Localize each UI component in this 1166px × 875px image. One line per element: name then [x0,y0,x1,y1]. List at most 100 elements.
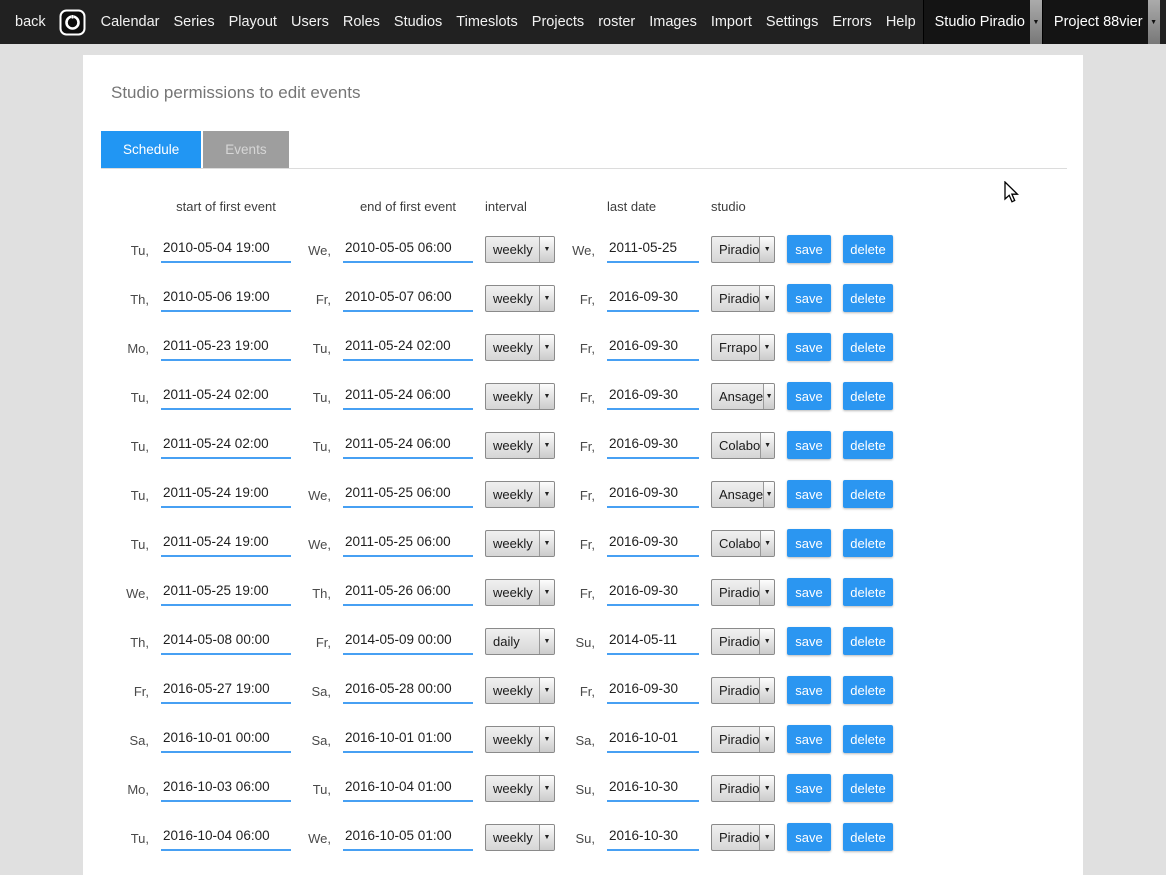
start-input[interactable] [161,681,291,704]
delete-button[interactable]: delete [843,774,893,802]
tab-schedule[interactable]: Schedule [101,131,201,168]
delete-button[interactable]: delete [843,333,893,361]
studio-select[interactable]: Colabo ▼ [711,530,775,557]
studio-select[interactable]: Piradio ▼ [711,236,775,263]
nav-item-studios[interactable]: Studios [387,14,449,30]
last-date-input[interactable] [607,730,699,753]
start-input[interactable] [161,828,291,851]
interval-select[interactable]: weekly ▼ [485,285,555,312]
studio-select[interactable]: Piradio ▼ [711,824,775,851]
delete-button[interactable]: delete [843,235,893,263]
delete-button[interactable]: delete [843,529,893,557]
studio-select[interactable]: Piradio ▼ [711,579,775,606]
interval-select[interactable]: weekly ▼ [485,824,555,851]
start-input[interactable] [161,240,291,263]
nav-item-images[interactable]: Images [642,14,704,30]
interval-select[interactable]: weekly ▼ [485,530,555,557]
studio-select[interactable]: Ansage ▼ [711,383,775,410]
nav-item-import[interactable]: Import [704,14,759,30]
end-input[interactable] [343,485,473,508]
last-date-input[interactable] [607,289,699,312]
end-input[interactable] [343,632,473,655]
last-date-input[interactable] [607,534,699,557]
last-date-input[interactable] [607,387,699,410]
start-input[interactable] [161,730,291,753]
nav-item-playout[interactable]: Playout [222,14,284,30]
end-input[interactable] [343,828,473,851]
start-input[interactable] [161,387,291,410]
delete-button[interactable]: delete [843,382,893,410]
end-input[interactable] [343,681,473,704]
end-input[interactable] [343,779,473,802]
start-input[interactable] [161,534,291,557]
last-date-input[interactable] [607,240,699,263]
project-dropdown[interactable]: Project 88vier ▼ [1042,0,1160,44]
last-date-input[interactable] [607,779,699,802]
nav-item-users[interactable]: Users [284,14,336,30]
back-link[interactable]: back [0,14,59,30]
last-date-input[interactable] [607,583,699,606]
end-input[interactable] [343,534,473,557]
interval-select[interactable]: daily ▼ [485,628,555,655]
nav-item-roster[interactable]: roster [591,14,642,30]
nav-item-series[interactable]: Series [166,14,221,30]
save-button[interactable]: save [787,676,831,704]
nav-item-roles[interactable]: Roles [336,14,387,30]
last-date-input[interactable] [607,681,699,704]
studio-select[interactable]: Piradio ▼ [711,677,775,704]
last-date-input[interactable] [607,485,699,508]
interval-select[interactable]: weekly ▼ [485,677,555,704]
delete-button[interactable]: delete [843,725,893,753]
studio-select[interactable]: Piradio ▼ [711,775,775,802]
start-input[interactable] [161,485,291,508]
save-button[interactable]: save [787,774,831,802]
studio-select[interactable]: Ansage ▼ [711,481,775,508]
studio-select[interactable]: Piradio ▼ [711,285,775,312]
interval-select[interactable]: weekly ▼ [485,236,555,263]
delete-button[interactable]: delete [843,431,893,459]
save-button[interactable]: save [787,333,831,361]
save-button[interactable]: save [787,578,831,606]
save-button[interactable]: save [787,382,831,410]
interval-select[interactable]: weekly ▼ [485,481,555,508]
delete-button[interactable]: delete [843,627,893,655]
last-date-input[interactable] [607,632,699,655]
save-button[interactable]: save [787,823,831,851]
studio-dropdown[interactable]: Studio Piradio ▼ [923,0,1042,44]
delete-button[interactable]: delete [843,823,893,851]
studio-select[interactable]: Frrapo ▼ [711,334,775,361]
end-input[interactable] [343,583,473,606]
interval-select[interactable]: weekly ▼ [485,579,555,606]
nav-item-projects[interactable]: Projects [525,14,591,30]
save-button[interactable]: save [787,284,831,312]
end-input[interactable] [343,240,473,263]
delete-button[interactable]: delete [843,578,893,606]
interval-select[interactable]: weekly ▼ [485,726,555,753]
nav-item-calendar[interactable]: Calendar [94,14,167,30]
interval-select[interactable]: weekly ▼ [485,334,555,361]
tab-events[interactable]: Events [203,131,288,168]
logout-link[interactable]: Logout [1160,14,1166,30]
delete-button[interactable]: delete [843,676,893,704]
save-button[interactable]: save [787,627,831,655]
studio-select[interactable]: Piradio ▼ [711,726,775,753]
end-input[interactable] [343,730,473,753]
last-date-input[interactable] [607,338,699,361]
end-input[interactable] [343,338,473,361]
end-input[interactable] [343,289,473,312]
nav-item-help[interactable]: Help [879,14,923,30]
save-button[interactable]: save [787,529,831,557]
delete-button[interactable]: delete [843,480,893,508]
interval-select[interactable]: weekly ▼ [485,383,555,410]
interval-select[interactable]: weekly ▼ [485,775,555,802]
end-input[interactable] [343,436,473,459]
nav-item-settings[interactable]: Settings [759,14,825,30]
studio-select[interactable]: Piradio ▼ [711,628,775,655]
start-input[interactable] [161,436,291,459]
nav-item-errors[interactable]: Errors [825,14,878,30]
start-input[interactable] [161,289,291,312]
save-button[interactable]: save [787,235,831,263]
save-button[interactable]: save [787,431,831,459]
start-input[interactable] [161,583,291,606]
start-input[interactable] [161,338,291,361]
